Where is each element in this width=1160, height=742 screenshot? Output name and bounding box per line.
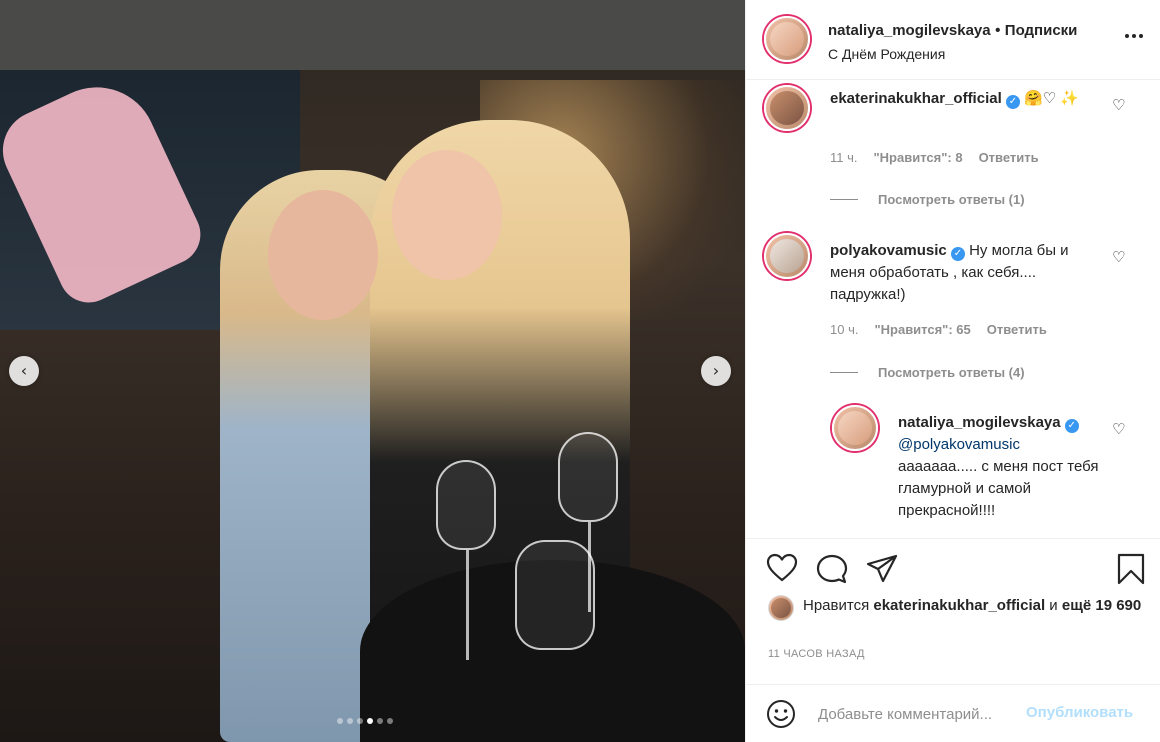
likes-count-button[interactable]: ещё 19 690	[1062, 597, 1141, 614]
avatar[interactable]	[764, 16, 810, 62]
likes-summary: Нравится ekaterinakukhar_official и ещё …	[803, 595, 1160, 617]
more-horizontal-icon	[1125, 34, 1143, 38]
carousel-dot	[387, 718, 393, 724]
carousel-prev-button[interactable]: ‹	[9, 356, 39, 386]
post-author-username[interactable]: nataliya_mogilevskaya	[828, 22, 991, 39]
bookmark-icon	[1117, 553, 1145, 585]
liker-username[interactable]: ekaterinakukhar_official	[873, 597, 1045, 614]
comment: polyakovamusic ✓ Ну могла бы и меня обра…	[830, 240, 1100, 306]
carousel-dot	[357, 718, 363, 724]
divider-line	[830, 199, 858, 200]
divider-line	[830, 372, 858, 373]
photo-glass	[558, 432, 618, 522]
verified-badge-icon: ✓	[1064, 419, 1079, 433]
comment-like-button[interactable]: ♡	[1112, 96, 1125, 114]
emoji-button[interactable]	[766, 699, 796, 734]
publish-button[interactable]: Опубликовать	[1026, 704, 1133, 721]
carousel-dot	[377, 718, 383, 724]
mention-link[interactable]: @polyakovamusic	[898, 436, 1020, 453]
likes-prefix: Нравится	[803, 597, 870, 614]
photo-glass-stem	[466, 550, 469, 660]
verified-badge-icon: ✓	[1005, 95, 1020, 109]
save-button[interactable]	[1117, 553, 1145, 590]
comment-input[interactable]	[818, 701, 1028, 727]
carousel-next-button[interactable]: ›	[701, 356, 731, 386]
avatar[interactable]	[764, 233, 810, 279]
heart-outline-icon: ♡	[1112, 420, 1126, 438]
view-replies-label: Посмотреть ответы (4)	[878, 365, 1025, 380]
comment-text: ааааааа..... с меня пост тебя гламурной …	[898, 458, 1099, 519]
carousel-dot	[337, 718, 343, 724]
view-replies-label: Посмотреть ответы (1)	[878, 192, 1025, 207]
post-timestamp[interactable]: 11 ЧАСОВ НАЗАД	[768, 648, 865, 660]
post-header: nataliya_mogilevskaya • Подписки С Днём …	[746, 0, 1160, 80]
avatar[interactable]	[768, 595, 794, 621]
chevron-left-icon: ‹	[20, 361, 28, 380]
heart-outline-icon: ♡	[1112, 96, 1126, 114]
share-button[interactable]	[866, 554, 898, 589]
comment-username[interactable]: ekaterinakukhar_official	[830, 90, 1002, 107]
comment-icon	[816, 554, 848, 584]
follow-separator: •	[995, 22, 1001, 39]
comment-username[interactable]: nataliya_mogilevskaya	[898, 414, 1061, 431]
like-button[interactable]	[766, 553, 798, 588]
post-sidebar: nataliya_mogilevskaya • Подписки С Днём …	[745, 0, 1160, 742]
paper-plane-icon	[866, 554, 898, 583]
reply-button[interactable]: Ответить	[987, 322, 1047, 337]
reply-button[interactable]: Ответить	[979, 150, 1039, 165]
following-button[interactable]: Подписки	[1005, 22, 1078, 39]
post-location[interactable]: С Днём Рождения	[828, 46, 945, 62]
smiley-icon	[767, 700, 795, 728]
photo-face-left	[268, 190, 378, 320]
comment-like-button[interactable]: ♡	[1112, 248, 1125, 266]
photo-glass	[436, 460, 496, 550]
comment-time[interactable]: 10 ч.	[830, 322, 858, 337]
likes-conjunction: и	[1049, 597, 1058, 614]
comment-username[interactable]: polyakovamusic	[830, 242, 947, 259]
header-title-row: nataliya_mogilevskaya • Подписки	[828, 22, 1108, 40]
comment-likes-count[interactable]: "Нравится": 65	[874, 322, 970, 337]
carousel-dot	[347, 718, 353, 724]
comment-like-button[interactable]: ♡	[1112, 420, 1125, 438]
avatar[interactable]	[764, 85, 810, 131]
heart-outline-icon: ♡	[1112, 248, 1126, 266]
carousel-dots	[337, 718, 393, 724]
view-replies-button[interactable]: Посмотреть ответы (4)	[830, 365, 1025, 380]
photo-face-right	[392, 150, 502, 280]
comment-likes-count[interactable]: "Нравится": 8	[874, 150, 963, 165]
chevron-right-icon: ›	[712, 361, 720, 380]
comment-text: 🤗♡ ✨	[1024, 90, 1080, 107]
photo-ceiling	[0, 0, 745, 70]
post-photo[interactable]: ‹ ›	[0, 0, 745, 742]
view-replies-button[interactable]: Посмотреть ответы (1)	[830, 192, 1025, 207]
more-options-button[interactable]	[1124, 26, 1144, 51]
verified-badge-icon: ✓	[950, 247, 965, 261]
comment-meta: 10 ч. "Нравится": 65 Ответить	[830, 322, 1047, 337]
carousel-dot	[367, 718, 373, 724]
reply-comment: nataliya_mogilevskaya ✓ @polyakovamusic …	[898, 412, 1103, 522]
comment: ekaterinakukhar_official ✓ 🤗♡ ✨	[830, 88, 1110, 110]
comment-meta: 11 ч. "Нравится": 8 Ответить	[830, 150, 1039, 165]
avatar[interactable]	[832, 405, 878, 451]
photo-glass	[515, 540, 595, 650]
comment-button[interactable]	[816, 554, 848, 589]
add-comment-form: Опубликовать	[746, 684, 1160, 742]
heart-icon	[766, 553, 798, 582]
comment-time[interactable]: 11 ч.	[830, 150, 858, 165]
